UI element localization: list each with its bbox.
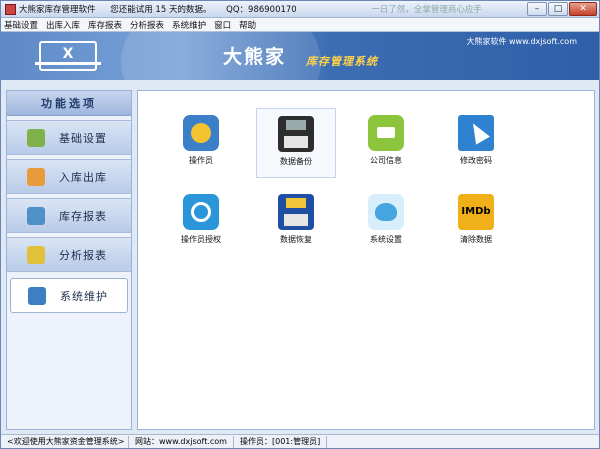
tile-change-password[interactable]: 修改密码 — [436, 108, 516, 178]
tile-label: 修改密码 — [460, 156, 492, 165]
main-panel: 操作员 数据备份 公司信息 修改密码 操作员授权 数据恢复 系统设置 IMDb … — [137, 90, 595, 430]
logo-letter: X — [62, 46, 74, 62]
sidebar-item-label: 系统维护 — [60, 289, 108, 303]
window-controls: – □ ✕ — [526, 2, 597, 16]
settings-icon — [27, 128, 45, 147]
trial-notice: 您还能试用 15 天的数据。 — [110, 5, 212, 15]
status-website: 网站：www.dxjsoft.com — [129, 435, 234, 448]
header-banner: X 大熊家 库存管理系统 大熊家软件 www.dxjsoft.com — [1, 32, 599, 80]
menu-analysis-report[interactable]: 分析报表 — [130, 19, 164, 31]
stack-icon — [27, 206, 45, 225]
sidebar-item-basic-settings[interactable]: 基础设置 — [7, 120, 131, 155]
sidebar-item-label: 入库出库 — [59, 170, 107, 184]
tile-data-restore[interactable]: 数据恢复 — [256, 187, 336, 257]
function-sidebar: 功能选项 基础设置 入库出库 库存报表 分析报表 系统维护 — [6, 90, 132, 430]
sidebar-item-stock-report[interactable]: 库存报表 — [7, 198, 131, 233]
brand-site: 大熊家软件 www.dxjsoft.com — [466, 37, 577, 46]
restore-icon — [278, 194, 314, 230]
bird-icon — [368, 194, 404, 230]
window-title: 大熊家库存管理软件 — [19, 5, 96, 15]
marquee-text: 一日了然，全掌管理商心应手 — [371, 5, 482, 15]
banner-decoration — [121, 32, 321, 80]
menu-help[interactable]: 帮助 — [239, 19, 256, 31]
status-operator: 操作员：[001:管理员] — [234, 435, 328, 448]
tile-clear-data[interactable]: IMDb 清除数据 — [436, 187, 516, 257]
brand-subtitle: 库存管理系统 — [306, 55, 378, 68]
tile-data-backup[interactable]: 数据备份 — [256, 108, 336, 178]
minimize-button[interactable]: – — [527, 2, 547, 16]
sidebar-item-label: 库存报表 — [59, 209, 107, 223]
box-icon — [27, 167, 45, 186]
status-welcome: <欢迎使用大熊家资金管理系统> — [1, 435, 129, 448]
tile-label: 数据备份 — [280, 157, 312, 166]
tile-label: 系统设置 — [370, 235, 402, 244]
tile-operator-authorize[interactable]: 操作员授权 — [161, 187, 241, 257]
logo-bar — [35, 62, 101, 65]
tile-operator[interactable]: 操作员 — [161, 108, 241, 178]
tile-system-settings[interactable]: 系统设置 — [346, 187, 426, 257]
authorize-icon — [183, 194, 219, 230]
sidebar-item-label: 基础设置 — [59, 131, 107, 145]
status-bar: <欢迎使用大熊家资金管理系统> 网站：www.dxjsoft.com 操作员：[… — [1, 434, 599, 448]
maintenance-icon — [28, 286, 46, 305]
sidebar-header: 功能选项 — [7, 91, 131, 116]
logo: X — [35, 41, 101, 71]
sidebar-item-stock-in-out[interactable]: 入库出库 — [7, 159, 131, 194]
sidebar-item-system-maintenance[interactable]: 系统维护 — [10, 278, 128, 313]
tile-label: 清除数据 — [460, 235, 492, 244]
brand-name: 大熊家 — [223, 46, 287, 68]
app-window: 大熊家库存管理软件 您还能试用 15 天的数据。 QQ：986900170 一日… — [0, 0, 600, 449]
cursor-icon — [458, 115, 494, 151]
close-button[interactable]: ✕ — [569, 2, 597, 16]
menu-window[interactable]: 窗口 — [214, 19, 231, 31]
menu-basic-settings[interactable]: 基础设置 — [4, 19, 38, 31]
tile-label: 操作员 — [189, 156, 213, 165]
menu-bar: 基础设置 出库入库 库存报表 分析报表 系统维护 窗口 帮助 — [1, 18, 599, 32]
tile-label: 数据恢复 — [280, 235, 312, 244]
chart-icon — [27, 245, 45, 264]
sidebar-item-label: 分析报表 — [59, 248, 107, 262]
tile-label: 公司信息 — [370, 156, 402, 165]
maximize-button[interactable]: □ — [548, 2, 568, 16]
app-icon — [5, 3, 16, 15]
tile-company-info[interactable]: 公司信息 — [346, 108, 426, 178]
qq-contact: QQ：986900170 — [226, 5, 297, 15]
title-bar[interactable]: 大熊家库存管理软件 您还能试用 15 天的数据。 QQ：986900170 一日… — [1, 1, 599, 18]
clear-icon: IMDb — [458, 194, 494, 230]
menu-stock-in-out[interactable]: 出库入库 — [46, 19, 80, 31]
sidebar-item-analysis-report[interactable]: 分析报表 — [7, 237, 131, 272]
title-text: 大熊家库存管理软件 您还能试用 15 天的数据。 QQ：986900170 一日… — [19, 3, 494, 15]
operator-icon — [183, 115, 219, 151]
clear-icon-text: IMDb — [461, 206, 491, 217]
company-icon — [368, 115, 404, 151]
menu-stock-report[interactable]: 库存报表 — [88, 19, 122, 31]
menu-system-maintenance[interactable]: 系统维护 — [172, 19, 206, 31]
tile-label: 操作员授权 — [181, 235, 221, 244]
floppy-icon — [278, 116, 314, 152]
